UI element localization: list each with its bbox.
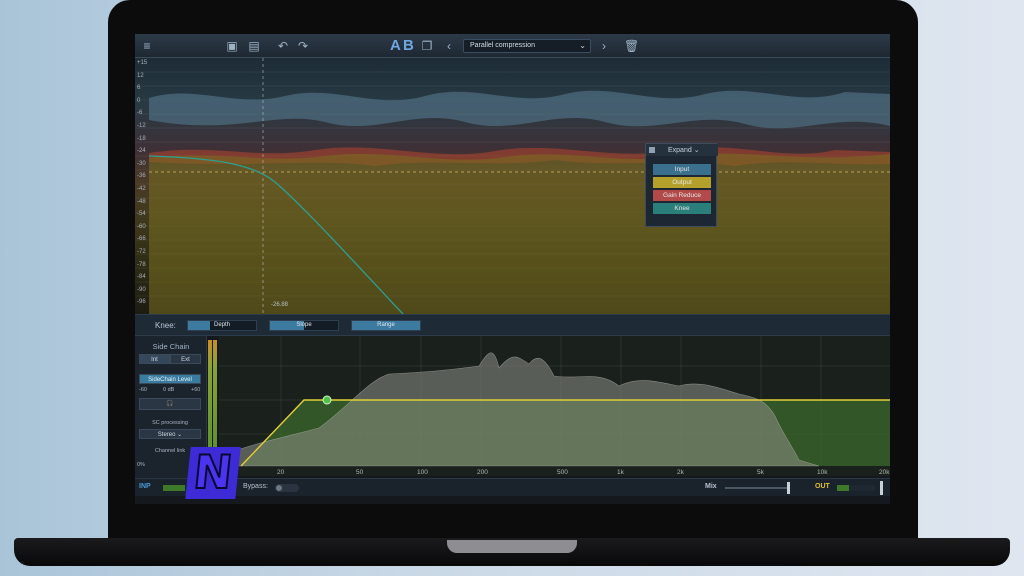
popup-header[interactable]: Expand ⌄ xyxy=(646,144,718,156)
frequency-label: 20 xyxy=(277,469,285,476)
frequency-label: 5k xyxy=(757,469,764,476)
dynamics-curves xyxy=(135,58,890,314)
mix-label: Mix xyxy=(705,483,717,490)
chevron-right-icon[interactable]: › xyxy=(597,39,611,53)
eq-node[interactable] xyxy=(322,395,332,405)
laptop-notch xyxy=(447,540,577,553)
sidechain-int-button[interactable]: Int xyxy=(139,354,170,364)
redo-icon[interactable]: ↷ xyxy=(296,39,310,53)
n-logo: N xyxy=(185,444,241,500)
spectrum-graph xyxy=(219,336,890,467)
output-label: OUT xyxy=(815,483,830,490)
sc-range-min: -60 xyxy=(139,387,147,393)
frequency-label: 100 xyxy=(417,469,428,476)
sidechain-level-label: SideChain Level xyxy=(139,374,201,384)
copy-icon[interactable]: ❐ xyxy=(420,39,434,53)
undo-icon[interactable]: ↶ xyxy=(276,39,290,53)
input-envelope xyxy=(149,90,890,129)
slope-slider[interactable]: Slope xyxy=(269,320,339,331)
trash-icon[interactable]: 🗑 xyxy=(624,39,639,53)
legend-output[interactable]: Output xyxy=(653,177,711,188)
ab-b-button[interactable]: B xyxy=(403,37,414,54)
bypass-label: Bypass: xyxy=(243,483,268,490)
input-label: INP xyxy=(139,483,151,490)
frequency-label: 200 xyxy=(477,469,488,476)
legend-gain-reduce[interactable]: Gain Reduce xyxy=(653,190,711,201)
headphone-icon: 🎧 xyxy=(166,401,174,407)
bypass-toggle-knob xyxy=(276,485,282,491)
depth-label: Depth xyxy=(213,322,230,328)
mix-slider[interactable] xyxy=(725,487,787,489)
output-envelope xyxy=(149,153,890,314)
chevron-down-icon: ⌄ xyxy=(579,41,586,50)
sc-processing-select[interactable]: Stereo ⌄ xyxy=(139,429,201,439)
range-label: Range xyxy=(377,322,395,328)
legend-input[interactable]: Input xyxy=(653,164,711,175)
frequency-label: 10k xyxy=(817,469,828,476)
frequency-label: 1k xyxy=(617,469,624,476)
bypass-toggle[interactable] xyxy=(275,484,299,492)
menu-icon[interactable]: ≡ xyxy=(140,39,154,53)
sc-processing-label: SC processing xyxy=(152,420,188,426)
frequency-label: 20k xyxy=(879,469,890,476)
preset-select[interactable]: Parallel compression ⌄ xyxy=(463,39,591,53)
preset-name: Parallel compression xyxy=(470,42,535,49)
input-gain-meter xyxy=(163,485,185,491)
sc-range-max: +60 xyxy=(191,387,201,393)
knee-controls: Knee: Depth Slope Range xyxy=(135,314,890,336)
bottom-bar: INP Bypass: Mix OUT xyxy=(135,478,890,496)
sc-level-value: 0 dB xyxy=(163,387,175,393)
mix-slider-handle[interactable] xyxy=(787,482,790,494)
depth-slider[interactable]: Depth xyxy=(187,320,257,331)
toolbar: ≡ ▣ ▤ ↶ ↷ A B ❐ ‹ Parallel compression ⌄… xyxy=(135,34,890,58)
output-meter-fill xyxy=(837,485,849,491)
knee-label: Knee: xyxy=(155,321,176,330)
channel-link-value: 0% xyxy=(137,462,145,468)
chevron-left-icon[interactable]: ‹ xyxy=(442,39,456,53)
threshold-value: -26.88 xyxy=(271,302,289,308)
popup-checkbox-icon[interactable] xyxy=(649,147,655,153)
dynamics-graph[interactable]: +15 12 6 0 -6 -12 -18 -24 -30 -36 -42 -48 -54 -60 -66-… xyxy=(135,58,890,314)
popup-mode[interactable]: Expand ⌄ xyxy=(668,146,700,154)
legend-knee[interactable]: Knee xyxy=(653,203,711,214)
headphone-button[interactable]: 🎧 xyxy=(139,398,201,410)
plugin-window: ≡ ▣ ▤ ↶ ↷ A B ❐ ‹ Parallel compression ⌄… xyxy=(135,34,890,504)
sidechain-ext-button[interactable]: Ext xyxy=(170,354,201,364)
ab-a-button[interactable]: A xyxy=(390,37,401,54)
frequency-label: 2k xyxy=(677,469,684,476)
save-icon[interactable]: ▣ xyxy=(225,39,239,53)
slope-label: Slope xyxy=(296,322,312,328)
range-slider[interactable]: Range xyxy=(351,320,421,331)
frequency-label: 500 xyxy=(557,469,568,476)
save-as-icon[interactable]: ▤ xyxy=(247,39,261,53)
sidechain-title: Side Chain xyxy=(152,342,190,351)
spectrum-analyzer[interactable]: 20 50 100 200 500 1k 2k 5k 10k 20k xyxy=(219,336,890,476)
output-meter xyxy=(837,485,875,491)
output-fader-handle[interactable] xyxy=(880,481,883,495)
display-options-popup: Expand ⌄ Input Output Gain Reduce Knee xyxy=(645,143,718,227)
frequency-label: 50 xyxy=(356,469,364,476)
